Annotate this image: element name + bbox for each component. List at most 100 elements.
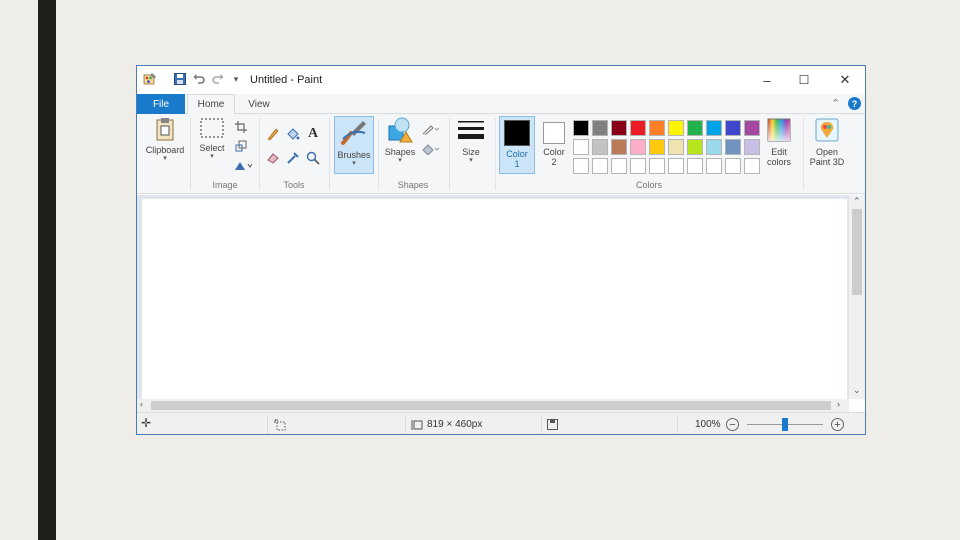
select-rectangle-icon [200,118,224,138]
palette-swatch[interactable] [649,158,665,174]
palette-swatch[interactable] [592,120,608,136]
palette-swatch[interactable] [706,139,722,155]
palette-swatch[interactable] [668,139,684,155]
help-icon[interactable]: ? [848,97,861,110]
palette-swatch[interactable] [668,120,684,136]
customize-qat-icon[interactable]: ▾ [229,72,243,86]
palette-swatch[interactable] [649,120,665,136]
palette-swatch[interactable] [744,120,760,136]
palette-swatch[interactable] [744,139,760,155]
scroll-right-icon[interactable]: › [837,399,840,409]
chevron-down-icon: ▾ [210,153,214,160]
scroll-left-icon[interactable]: ‹ [140,399,143,409]
cursor-position-icon: ✛ [141,416,152,430]
rotate-icon[interactable] [233,157,255,173]
zoom-slider-thumb[interactable] [782,418,788,431]
scroll-down-icon[interactable]: ⌄ [853,385,861,396]
palette-swatch[interactable] [725,158,741,174]
group-separator [378,118,379,190]
tab-home[interactable]: Home [187,94,235,115]
palette-swatch[interactable] [744,158,760,174]
vertical-scrollbar[interactable]: ⌃ ⌄ [849,195,865,399]
color1-label: Color 1 [506,149,528,169]
zoom-out-button[interactable]: − [726,418,739,431]
fill-icon[interactable] [421,141,441,157]
shapes-label: Shapes [384,147,416,157]
size-button[interactable]: Size ▾ [454,116,488,174]
pencil-icon[interactable] [265,126,281,142]
palette-swatch[interactable] [573,139,589,155]
paint3d-icon [815,118,839,142]
edit-colors-button[interactable]: Edit colors [761,116,797,174]
size-icon [458,121,484,139]
palette-swatch[interactable] [649,139,665,155]
tab-file[interactable]: File [137,94,185,114]
palette-swatch[interactable] [630,120,646,136]
crop-icon[interactable] [233,119,249,135]
undo-icon[interactable] [192,72,206,86]
group-separator [259,118,260,190]
palette-swatch[interactable] [668,158,684,174]
palette-swatch[interactable] [706,120,722,136]
palette-swatch[interactable] [592,158,608,174]
palette-swatch[interactable] [592,139,608,155]
select-button[interactable]: Select ▾ [195,116,229,174]
palette-swatch[interactable] [706,158,722,174]
palette-swatch[interactable] [573,120,589,136]
canvas-size-text: 819 × 460px [427,419,483,430]
palette-swatch[interactable] [573,158,589,174]
group-label-colors: Colors [635,180,662,190]
edit-colors-icon [767,118,791,142]
horizontal-scroll-thumb[interactable] [151,401,831,410]
resize-icon[interactable] [233,138,249,154]
clipboard-button[interactable]: Clipboard ▾ [143,116,187,174]
text-tool-icon[interactable]: A [305,126,321,142]
shapes-button[interactable]: Shapes ▾ [381,116,419,174]
brushes-button[interactable]: Brushes ▾ [334,116,374,174]
close-button[interactable]: ✕ [830,70,860,90]
collapse-ribbon-icon[interactable]: ⌃ [831,97,840,110]
group-separator [803,118,804,190]
scroll-up-icon[interactable]: ⌃ [853,196,861,207]
color2-button[interactable]: Color 2 [537,116,571,174]
color1-button[interactable]: Color 1 [499,116,535,174]
horizontal-scrollbar[interactable]: ‹ › [137,399,849,412]
color2-label: Color 2 [543,147,565,167]
zoom-level-text: 100% [695,419,721,430]
palette-swatch[interactable] [611,158,627,174]
group-separator [329,118,330,190]
palette-swatch[interactable] [687,139,703,155]
palette-swatch[interactable] [630,158,646,174]
vertical-scroll-thumb[interactable] [852,209,862,295]
ribbon-tabs: File Home View ⌃ ? [137,94,865,115]
palette-swatch[interactable] [687,120,703,136]
status-separator [677,415,678,434]
status-bar: ✛ 819 × 460px 100% − + [137,412,865,434]
maximize-button[interactable]: ☐ [789,70,819,90]
save-icon[interactable] [173,72,187,86]
outline-icon[interactable] [421,121,441,137]
palette-swatch[interactable] [611,120,627,136]
tab-view[interactable]: View [237,94,281,115]
palette-swatch[interactable] [687,158,703,174]
chevron-down-icon: ▾ [352,160,356,167]
color2-swatch [543,122,565,144]
eraser-icon[interactable] [265,150,281,166]
paint-app-icon[interactable] [143,72,157,86]
palette-swatch[interactable] [725,139,741,155]
palette-swatch[interactable] [725,120,741,136]
magnifier-icon[interactable] [305,150,321,166]
drawing-canvas[interactable] [142,199,847,399]
palette-swatch[interactable] [630,139,646,155]
group-separator [495,118,496,190]
clipboard-label: Clipboard [145,145,185,155]
fill-bucket-icon[interactable] [285,126,301,142]
color-picker-icon[interactable] [285,150,301,166]
zoom-in-button[interactable]: + [831,418,844,431]
brush-icon [341,121,366,145]
canvas-size-icon [411,419,423,434]
minimize-button[interactable]: – [752,70,782,90]
open-paint3d-button[interactable]: Open Paint 3D [805,116,849,174]
redo-icon[interactable] [211,72,225,86]
palette-swatch[interactable] [611,139,627,155]
